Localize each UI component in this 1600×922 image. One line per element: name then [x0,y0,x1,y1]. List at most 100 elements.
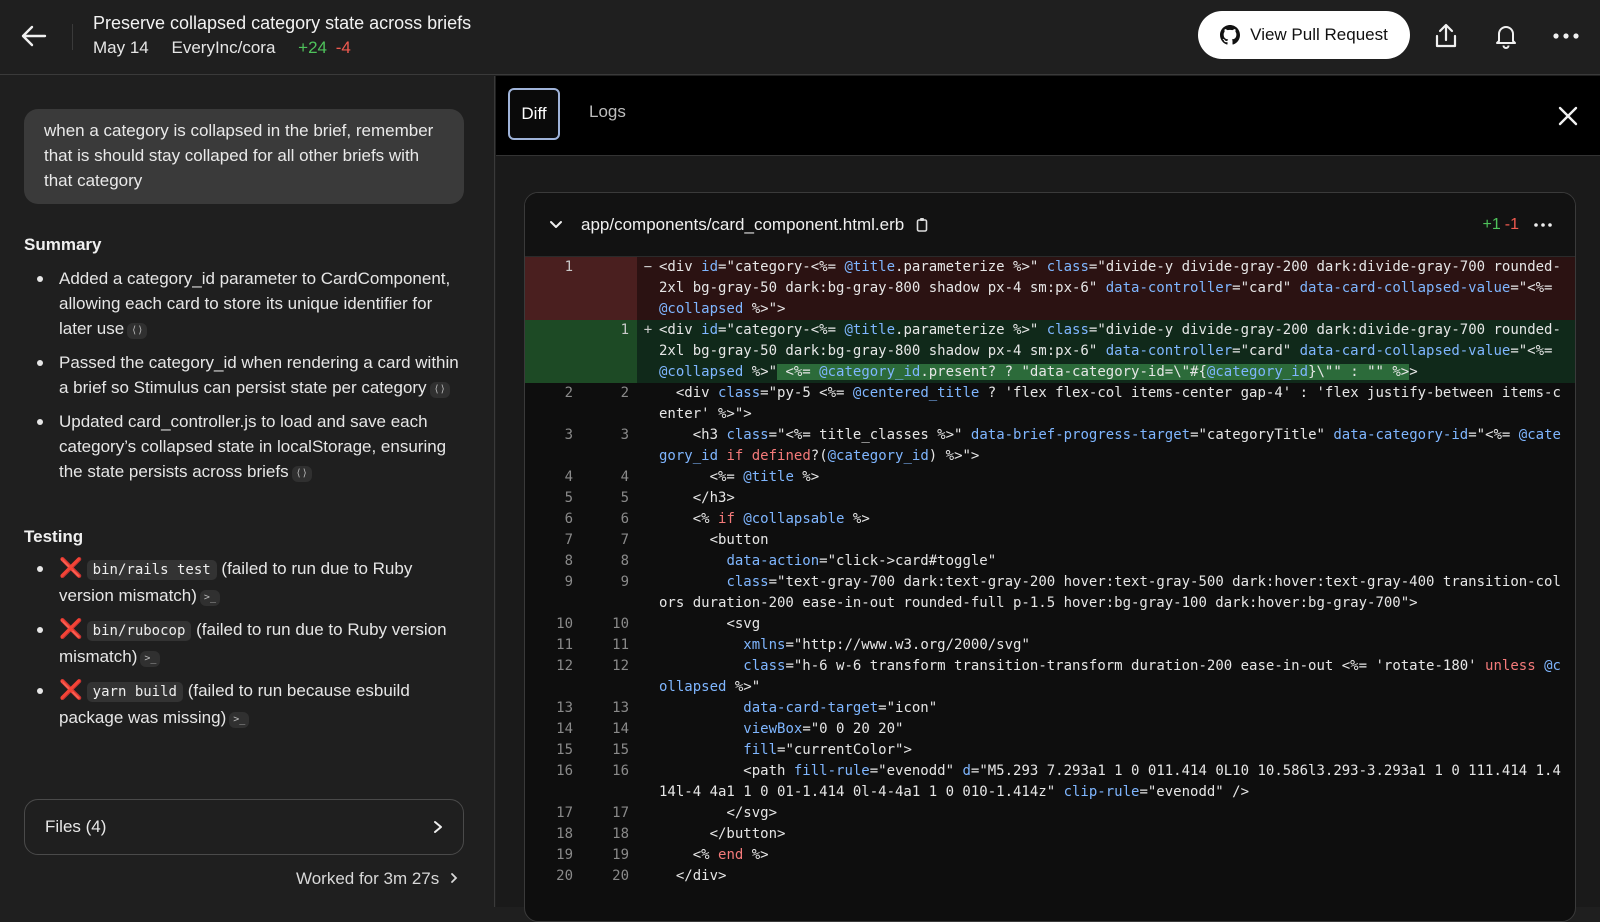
old-line-number: 14 [556,721,573,737]
fail-icon: ❌ [59,680,83,701]
more-options-icon[interactable] [1548,18,1584,54]
diff-line-code: <path fill-rule="evenodd" d="M5.293 7.29… [659,763,1561,800]
diff-line-code: <div class="py-5 <%= @centered_title ? '… [659,385,1561,422]
summary-item-text: Updated card_controller.js to load and s… [59,412,447,481]
file-additions: +1 [1482,215,1501,233]
diff-line: 4 4 <%= @title %> [525,467,1575,488]
terminal-citation-icon[interactable]: >_ [229,712,250,728]
chevron-down-icon[interactable] [545,214,567,236]
fail-icon: ❌ [59,619,83,640]
copy-icon[interactable] [916,217,932,233]
diff-code-body: 1− <div id="category-<%= @title.parameter… [525,257,1575,887]
command-code: yarn build [86,682,183,702]
diff-sign [637,467,659,488]
new-line-number: 13 [612,700,629,716]
diff-sign [637,572,659,614]
file-path: app/components/card_component.html.erb [581,214,905,234]
new-line-number: 6 [620,511,629,527]
diff-line-code: <div id="category-<%= @title.parameteriz… [659,320,1575,383]
task-date: May 14 [93,38,149,57]
diff-line-code: class="h-6 w-6 transform transition-tran… [659,658,1561,695]
diff-line-code: <% end %> [659,847,769,863]
diff-line: 15 15 fill="currentColor"> [525,740,1575,761]
worked-duration-link[interactable]: Worked for 3m 27s [296,869,458,889]
file-deletions: -1 [1504,215,1519,233]
old-line-number: 16 [556,763,573,779]
list-item: Passed the category_id when rendering a … [24,350,464,400]
task-header: Preserve collapsed category state across… [93,12,471,59]
diff-sign: + [637,320,659,383]
file-more-icon[interactable] [1531,215,1555,235]
diff-line: 18 18 </button> [525,824,1575,845]
code-citation-icon[interactable]: ⟨⟩ [291,466,312,482]
tab-diff[interactable]: Diff [508,88,560,140]
new-line-number: 15 [612,742,629,758]
close-icon[interactable] [1554,102,1582,130]
diff-sign [637,740,659,761]
new-line-number: 19 [612,847,629,863]
diff-line-code: data-card-target="icon" [743,700,938,716]
new-line-number: 14 [612,721,629,737]
diff-line: 1 + <div id="category-<%= @title.parameter… [525,320,1575,383]
diff-sign [637,824,659,845]
diff-line: 20 20 </div> [525,866,1575,887]
diff-sign [637,635,659,656]
diff-sign [637,866,659,887]
diff-sign [637,656,659,698]
old-line-number: 1 [525,257,581,320]
task-title: Preserve collapsed category state across… [93,13,472,33]
files-label: Files (4) [45,817,107,836]
code-citation-icon[interactable]: ⟨⟩ [429,382,450,398]
view-pull-request-label: View Pull Request [1250,25,1388,44]
summary-item-text: Passed the category_id when rendering a … [59,353,459,397]
divider [72,24,73,50]
diff-line: 5 5 </h3> [525,488,1575,509]
diff-sign [637,761,659,803]
old-line-number: 5 [564,490,573,506]
additions-count: +24 [298,38,327,57]
old-line-number: 3 [564,427,573,443]
summary-heading: Summary [24,235,102,254]
back-arrow-icon[interactable] [18,20,50,52]
diff-sign [637,803,659,824]
list-item: ❌ bin/rubocop (failed to run due to Ruby … [24,617,464,669]
share-icon[interactable] [1428,18,1464,54]
terminal-citation-icon[interactable]: >_ [199,590,220,606]
diff-line: 11 11 xmlns="http://www.w3.org/2000/svg" [525,635,1575,656]
new-line-number: 18 [612,826,629,842]
terminal-citation-icon[interactable]: >_ [140,651,161,667]
old-line-number: 15 [556,742,573,758]
files-button[interactable]: Files (4) [24,799,464,855]
tab-bar: Diff Logs [496,76,1600,156]
diff-line-code: <div id="category-<%= @title.parameteriz… [659,257,1575,320]
command-code: bin/rails test [86,560,217,580]
bell-icon[interactable] [1488,18,1524,54]
diff-line-code: </button> [659,826,786,842]
diff-line-code: <svg [659,616,761,632]
new-line-number: 9 [620,574,629,590]
new-line-number: 11 [612,637,629,653]
tab-logs[interactable]: Logs [589,102,626,122]
new-line-number: 1 [581,320,637,383]
command-code: bin/rubocop [86,621,192,641]
view-pull-request-button[interactable]: View Pull Request [1198,11,1410,59]
worked-label: Worked for 3m 27s [295,869,440,888]
diff-line: 13 13 data-card-target="icon" [525,698,1575,719]
new-line-number: 3 [620,427,629,443]
repo-name: EveryInc/cora [171,38,276,57]
code-citation-icon[interactable]: ⟨⟩ [127,323,148,339]
diff-line-code: <h3 class="<%= title_classes %>" data-br… [659,427,1561,464]
diff-sign [637,488,659,509]
summary-list: Added a category_id parameter to CardCom… [24,266,464,493]
diff-line-code: <%= @title %> [659,469,820,485]
old-line-number: 20 [556,868,573,884]
diff-line-code: fill="currentColor"> [743,742,912,758]
chevron-right-icon [434,821,442,833]
old-line-number: 12 [556,658,573,674]
diff-sign [637,383,659,425]
diff-line: 6 6 <% if @collapsable %> [525,509,1575,530]
old-line-number: 4 [564,469,573,485]
user-prompt-bubble: when a category is collapsed in the brie… [24,109,464,204]
new-line-number: 20 [612,868,629,884]
file-diff-stats: +1 -1 [1483,216,1519,234]
